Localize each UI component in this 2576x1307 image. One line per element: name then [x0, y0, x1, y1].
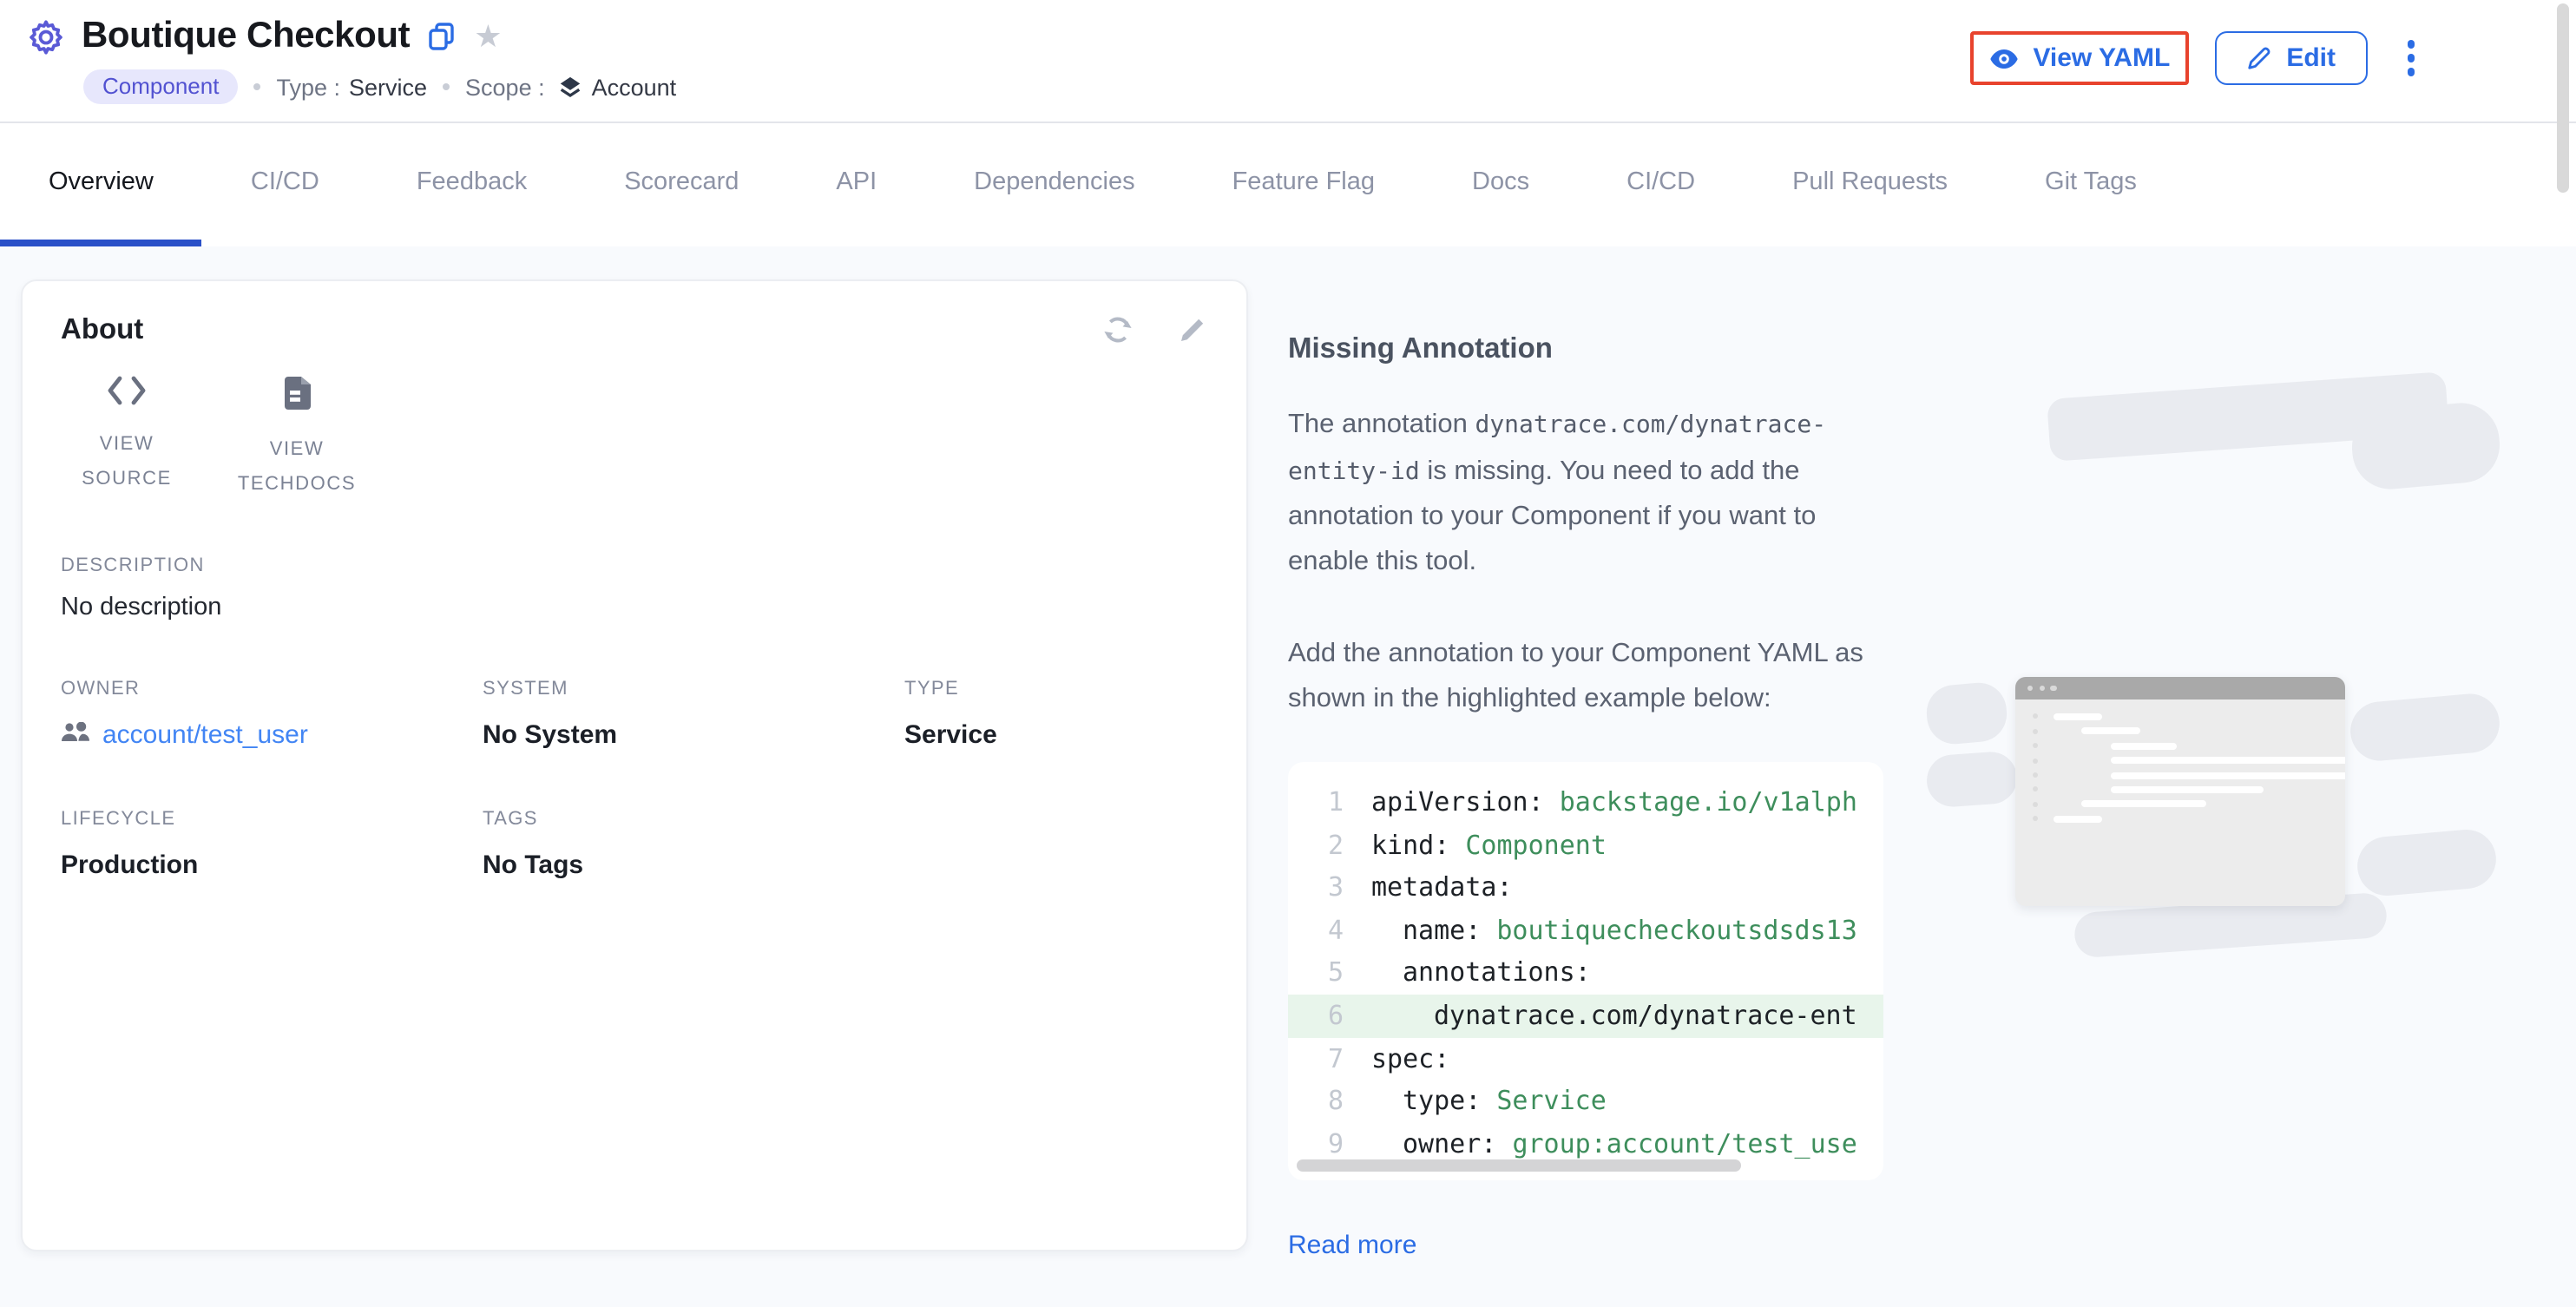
about-actions: VIEW SOURCE VIEW TECHDOCS — [61, 375, 1208, 502]
field-value: No System — [483, 719, 904, 749]
entity-tabs: OverviewCI/CDFeedbackScorecardAPIDepende… — [0, 125, 2576, 246]
field-value: Service — [904, 719, 1208, 749]
code-window-illustration — [1927, 368, 2500, 967]
tab-docs[interactable]: Docs — [1423, 125, 1578, 246]
tab-ci-cd-2[interactable]: CI/CD — [1578, 125, 1744, 246]
code-line-3: 3metadata: — [1288, 866, 1883, 909]
mini-window-titlebar — [2015, 677, 2345, 699]
edit-about-pencil-icon[interactable] — [1177, 314, 1208, 345]
tab-scorecard[interactable]: Scorecard — [575, 125, 787, 246]
code-line-8: 8type: Service — [1288, 1080, 1883, 1122]
code-line-5: 5annotations: — [1288, 952, 1883, 995]
page-header: Boutique Checkout ★ Component Type : Ser… — [0, 0, 2576, 123]
eye-icon — [1989, 48, 2019, 69]
header-actions: View YAML Edit — [1970, 0, 2576, 85]
field-label: TYPE — [904, 678, 1208, 699]
separator-dot — [443, 83, 450, 90]
scope-value: Account — [592, 74, 677, 100]
more-options-kebab-icon[interactable] — [2400, 34, 2422, 83]
field-label: SYSTEM — [483, 678, 904, 699]
owner-link[interactable]: account/test_user — [102, 720, 308, 750]
page-title: Boutique Checkout — [82, 16, 410, 57]
tab-ci-cd[interactable]: CI/CD — [202, 125, 368, 246]
description-label: DESCRIPTION — [61, 555, 1208, 575]
field-label: TAGS — [483, 808, 904, 829]
kind-chip: Component — [83, 69, 238, 105]
code-line-7: 7spec: — [1288, 1037, 1883, 1080]
field-value: Production — [61, 850, 483, 879]
field-system: SYSTEM No System — [483, 678, 904, 751]
page-vertical-scrollbar[interactable] — [2556, 3, 2569, 193]
entity-header-info: Boutique Checkout ★ Component Type : Ser… — [0, 0, 676, 105]
annotation-instruction: Add the annotation to your Component YAM… — [1288, 632, 1887, 720]
code-line-6: 6dynatrace.com/dynatrace-ent — [1288, 995, 1883, 1037]
pencil-icon — [2246, 45, 2272, 71]
description-value: No description — [61, 593, 1208, 621]
tab-git-tags[interactable]: Git Tags — [1996, 125, 2185, 246]
view-yaml-button[interactable]: View YAML — [1986, 40, 2173, 76]
separator-dot — [253, 83, 260, 90]
tab-dependencies[interactable]: Dependencies — [925, 125, 1183, 246]
refresh-icon[interactable] — [1101, 312, 1135, 347]
field-tags: TAGS No Tags — [483, 808, 904, 879]
yaml-code-block[interactable]: 1apiVersion: backstage.io/v1alph2kind: C… — [1288, 762, 1883, 1180]
type-value: Service — [349, 74, 427, 100]
copy-name-icon[interactable] — [429, 23, 455, 50]
about-card-title: About — [61, 313, 143, 346]
about-fields-grid: OWNER account/test_user SYSTEM No SystemTYP… — [61, 678, 1208, 879]
group-icon — [61, 719, 90, 751]
missing-annotation-body: The annotation dynatrace.com/dynatrace-e… — [1288, 403, 1887, 583]
about-action-label: VIEW TECHDOCS — [231, 432, 363, 502]
view-techdocs-button[interactable]: VIEW TECHDOCS — [231, 375, 363, 502]
edit-button[interactable]: Edit — [2215, 31, 2367, 85]
tab-pull-requests[interactable]: Pull Requests — [1744, 125, 1996, 246]
missing-annotation-title: Missing Annotation — [1288, 333, 1887, 366]
tab-feature-flag[interactable]: Feature Flag — [1184, 125, 1423, 246]
field-label: LIFECYCLE — [61, 808, 483, 829]
mini-browser-window — [2015, 677, 2345, 906]
field-value: No Tags — [483, 850, 904, 879]
view-yaml-highlight-box: View YAML — [1970, 31, 2189, 85]
entity-page: Boutique Checkout ★ Component Type : Ser… — [0, 0, 2576, 1307]
tab-overview[interactable]: Overview — [0, 125, 202, 246]
missing-annotation-panel: Missing Annotation The annotation dynatr… — [1288, 333, 1887, 1262]
view-source-button[interactable]: VIEW SOURCE — [61, 375, 193, 502]
about-action-label: VIEW SOURCE — [61, 427, 193, 497]
field-lifecycle: LIFECYCLE Production — [61, 808, 483, 879]
docs-icon — [282, 375, 312, 417]
favorite-star-icon[interactable]: ★ — [474, 21, 502, 52]
tab-api[interactable]: API — [787, 125, 925, 246]
layers-icon — [557, 74, 583, 100]
type-label: Type : — [276, 74, 340, 100]
tab-feedback[interactable]: Feedback — [368, 125, 575, 246]
component-kind-gear-icon — [26, 16, 66, 56]
read-more-link[interactable]: Read more — [1288, 1231, 1416, 1260]
code-horizontal-scrollbar[interactable] — [1297, 1159, 1741, 1172]
scope-label: Scope : — [465, 74, 545, 100]
about-card: About — [21, 279, 1248, 1251]
entity-meta-row: Component Type : Service Scope : Account — [83, 69, 676, 105]
code-icon — [106, 375, 148, 411]
code-line-2: 2kind: Component — [1288, 824, 1883, 866]
field-label: OWNER — [61, 678, 483, 699]
content-area: About — [0, 246, 2576, 1307]
field-type: TYPE Service — [904, 678, 1208, 751]
code-line-4: 4name: boutiquecheckoutsdsds13 — [1288, 910, 1883, 952]
code-line-1: 1apiVersion: backstage.io/v1alph — [1288, 781, 1883, 824]
field-owner: OWNER account/test_user — [61, 678, 483, 751]
